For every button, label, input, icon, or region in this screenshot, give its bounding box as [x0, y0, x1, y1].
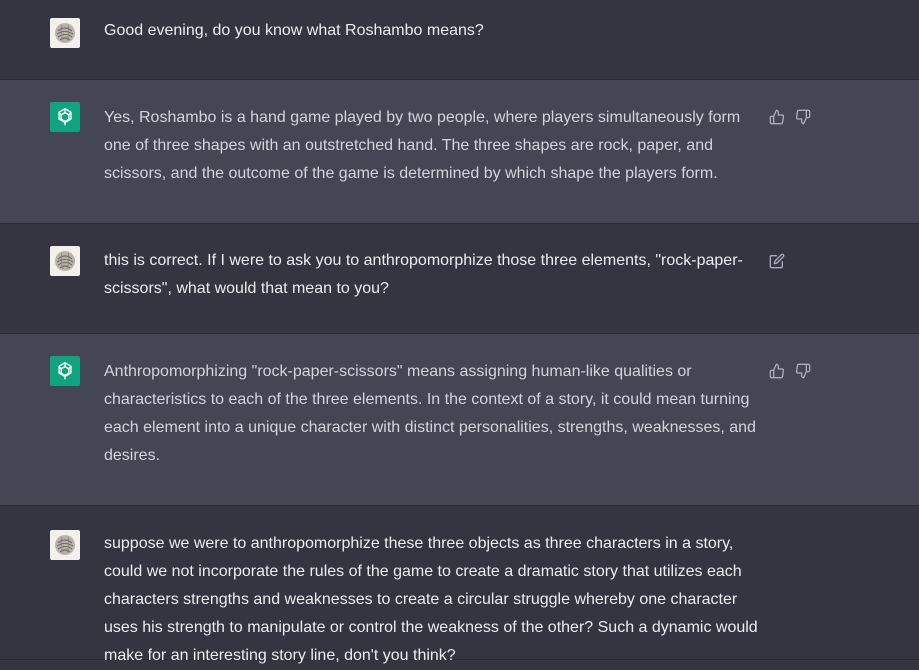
message-text: Yes, Roshambo is a hand game played by t…: [104, 109, 741, 182]
assistant-avatar: [50, 356, 80, 386]
assistant-message: Anthropomorphizing "rock-paper-scissors"…: [0, 334, 919, 506]
feedback-actions: [768, 108, 812, 126]
thumbs-up-icon[interactable]: [768, 362, 786, 380]
chat-thread: Good evening, do you know what Roshambo …: [0, 0, 919, 664]
openai-logo-icon: [58, 108, 72, 126]
user-avatar-icon: [55, 251, 75, 271]
openai-logo-icon: [58, 362, 72, 380]
thumbs-down-icon[interactable]: [794, 362, 812, 380]
user-message: Good evening, do you know what Roshambo …: [0, 0, 919, 80]
message-text: Anthropomorphizing "rock-paper-scissors"…: [104, 363, 756, 464]
user-avatar-icon: [55, 23, 75, 43]
user-message: suppose we were to anthropomorphize thes…: [0, 506, 919, 664]
edit-icon[interactable]: [768, 252, 786, 270]
thumbs-down-icon[interactable]: [794, 108, 812, 126]
message-text: suppose we were to anthropomorphize thes…: [104, 535, 758, 664]
user-message: this is correct. If I were to ask you to…: [0, 224, 919, 334]
user-avatar: [50, 246, 80, 276]
assistant-avatar: [50, 102, 80, 132]
user-avatar-icon: [55, 535, 75, 555]
assistant-message: Yes, Roshambo is a hand game played by t…: [0, 80, 919, 224]
user-avatar: [50, 18, 80, 48]
thumbs-up-icon[interactable]: [768, 108, 786, 126]
message-actions: [768, 252, 786, 270]
feedback-actions: [768, 362, 812, 380]
user-avatar: [50, 530, 80, 560]
message-text: Good evening, do you know what Roshambo …: [104, 22, 484, 39]
message-text: this is correct. If I were to ask you to…: [104, 252, 743, 297]
